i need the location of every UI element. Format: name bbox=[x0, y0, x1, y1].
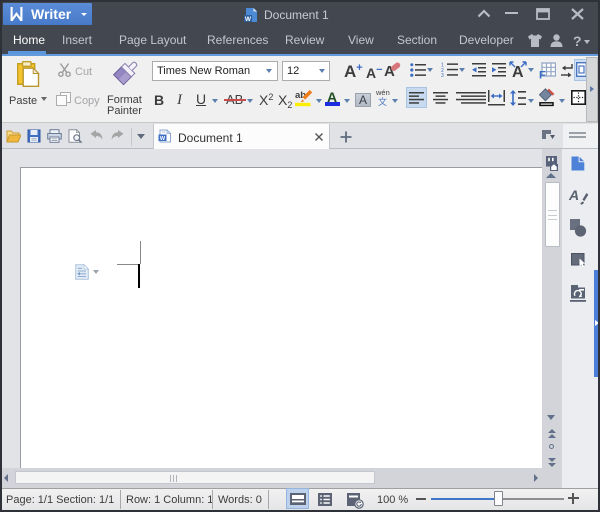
svg-text:W: W bbox=[160, 136, 166, 142]
svg-text:wén: wén bbox=[376, 88, 390, 97]
svg-text:3: 3 bbox=[441, 73, 444, 77]
svg-text:F: F bbox=[539, 70, 546, 80]
svg-text:文: 文 bbox=[378, 96, 387, 107]
svg-text:W: W bbox=[245, 16, 252, 23]
